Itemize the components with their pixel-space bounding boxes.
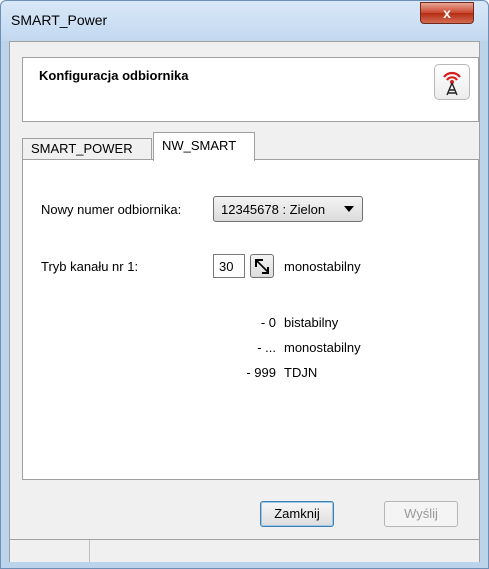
tab-strip: SMART_POWER NW_SMART bbox=[22, 132, 479, 161]
legend-description: bistabilny bbox=[284, 315, 339, 330]
window-title: SMART_Power bbox=[11, 12, 108, 28]
dialog-body: Konfiguracja odbiornika SMART_POWER NW_S… bbox=[9, 41, 480, 562]
receiver-number-select[interactable]: 12345678 : Zielon bbox=[213, 196, 363, 222]
channel-mode-spinner[interactable] bbox=[250, 254, 274, 278]
header-panel: Konfiguracja odbiornika bbox=[22, 57, 479, 122]
receiver-number-value: 12345678 : Zielon bbox=[221, 202, 326, 217]
tab-nw-smart[interactable]: NW_SMART bbox=[153, 132, 255, 161]
tab-smart-power[interactable]: SMART_POWER bbox=[22, 138, 152, 160]
channel-mode-input[interactable] bbox=[213, 254, 245, 278]
legend-description: TDJN bbox=[284, 365, 318, 380]
legend-value: - 0 bbox=[260, 315, 276, 330]
channel-mode-description: monostabilny bbox=[284, 259, 361, 274]
send-button[interactable]: Wyślij bbox=[384, 501, 458, 527]
receiver-number-label: Nowy numer odbiornika: bbox=[41, 202, 182, 217]
status-bar bbox=[10, 539, 479, 562]
status-cell bbox=[10, 540, 90, 562]
legend-description: monostabilny bbox=[284, 340, 361, 355]
close-button[interactable]: Zamknij bbox=[260, 501, 334, 527]
title-bar[interactable]: SMART_Power x bbox=[1, 1, 488, 41]
spin-arrows-icon bbox=[255, 259, 269, 274]
channel-mode-label: Tryb kanału nr 1: bbox=[41, 259, 139, 274]
window-close-button[interactable]: x bbox=[420, 2, 474, 24]
tab-panel-nw-smart: Nowy numer odbiornika: 12345678 : Zielon… bbox=[22, 159, 479, 480]
close-icon: x bbox=[443, 5, 451, 21]
app-window: SMART_Power x Konfiguracja odbiornika SM… bbox=[0, 0, 489, 569]
page-title: Konfiguracja odbiornika bbox=[39, 68, 189, 83]
legend-value: - ... bbox=[257, 340, 276, 355]
antenna-signal-icon bbox=[434, 64, 470, 100]
legend-value: - 999 bbox=[246, 365, 276, 380]
chevron-down-icon bbox=[344, 206, 354, 212]
